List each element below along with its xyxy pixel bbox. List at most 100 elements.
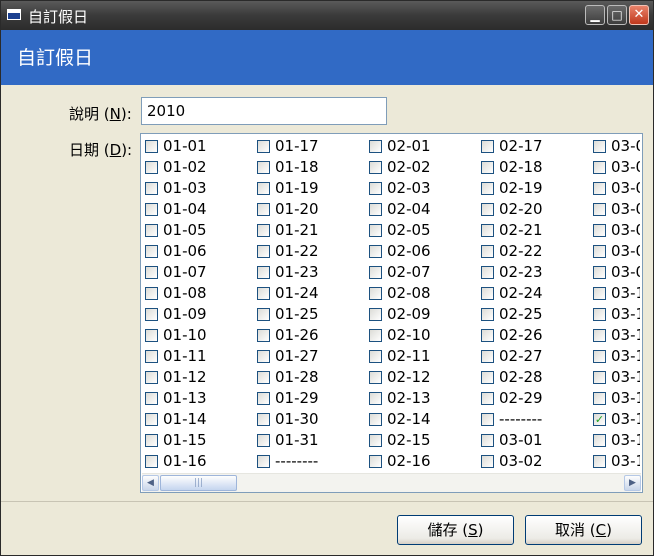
date-checkbox[interactable]	[481, 392, 494, 405]
date-checkbox[interactable]: ✓	[593, 413, 606, 426]
date-item[interactable]: 01-10	[143, 325, 255, 346]
date-checkbox[interactable]	[369, 140, 382, 153]
date-item[interactable]: 01-06	[143, 241, 255, 262]
date-item[interactable]: 03-02	[479, 451, 591, 472]
horizontal-scrollbar[interactable]: ◀ ||| ▶	[142, 473, 641, 492]
date-checkbox[interactable]	[481, 350, 494, 363]
date-item[interactable]: 01-22	[255, 241, 367, 262]
date-checkbox[interactable]	[257, 350, 270, 363]
date-item[interactable]: 02-29	[479, 388, 591, 409]
date-checkbox[interactable]	[257, 308, 270, 321]
date-item[interactable]: 03-1	[591, 325, 640, 346]
date-item[interactable]: 01-25	[255, 304, 367, 325]
date-checkbox[interactable]	[593, 245, 606, 258]
minimize-button[interactable]: ▁	[585, 5, 605, 25]
date-checkbox[interactable]	[481, 329, 494, 342]
date-item[interactable]: 01-24	[255, 283, 367, 304]
date-checkbox[interactable]	[481, 371, 494, 384]
date-checkbox[interactable]	[369, 203, 382, 216]
date-checkbox[interactable]	[369, 371, 382, 384]
date-checkbox[interactable]	[145, 266, 158, 279]
description-input[interactable]: 2010	[141, 97, 387, 125]
date-checkbox[interactable]	[257, 266, 270, 279]
date-checkbox[interactable]	[481, 455, 494, 468]
date-item[interactable]: 02-21	[479, 220, 591, 241]
date-checkbox[interactable]	[257, 329, 270, 342]
date-item[interactable]: 02-03	[367, 178, 479, 199]
date-checkbox[interactable]	[145, 161, 158, 174]
date-item[interactable]: 01-07	[143, 262, 255, 283]
date-item[interactable]: 01-29	[255, 388, 367, 409]
date-item[interactable]: 01-31	[255, 430, 367, 451]
date-item[interactable]: --------	[255, 451, 367, 472]
date-checkbox[interactable]	[481, 434, 494, 447]
date-item[interactable]: 01-20	[255, 199, 367, 220]
date-item[interactable]: 03-0	[591, 199, 640, 220]
date-item[interactable]: 01-15	[143, 430, 255, 451]
date-item[interactable]: 01-09	[143, 304, 255, 325]
date-item[interactable]: 03-1	[591, 367, 640, 388]
date-checkbox[interactable]	[593, 455, 606, 468]
date-checkbox[interactable]	[369, 350, 382, 363]
date-item[interactable]: 03-0	[591, 262, 640, 283]
date-checklist[interactable]: 01-01 01-02 01-03 01-04 01-05 01-06 01-07 01-08…	[140, 133, 643, 493]
date-item[interactable]: 03-1	[591, 388, 640, 409]
date-item[interactable]: 02-19	[479, 178, 591, 199]
date-item[interactable]: 02-17	[479, 136, 591, 157]
date-item[interactable]: --------	[479, 409, 591, 430]
date-item[interactable]: 02-01	[367, 136, 479, 157]
date-item[interactable]: 03-0	[591, 178, 640, 199]
date-item[interactable]: 02-22	[479, 241, 591, 262]
date-checkbox[interactable]	[593, 266, 606, 279]
date-checkbox[interactable]	[481, 161, 494, 174]
date-checkbox[interactable]	[369, 329, 382, 342]
date-checkbox[interactable]	[145, 392, 158, 405]
date-checkbox[interactable]	[593, 203, 606, 216]
date-item[interactable]: 01-27	[255, 346, 367, 367]
date-checkbox[interactable]	[145, 308, 158, 321]
date-item[interactable]: 01-28	[255, 367, 367, 388]
date-item[interactable]: 03-01	[479, 430, 591, 451]
date-checkbox[interactable]	[593, 434, 606, 447]
date-checkbox[interactable]	[257, 224, 270, 237]
date-checkbox[interactable]	[369, 161, 382, 174]
date-checkbox[interactable]	[145, 371, 158, 384]
date-item[interactable]: 02-26	[479, 325, 591, 346]
date-item[interactable]: 02-14	[367, 409, 479, 430]
date-checkbox[interactable]	[257, 182, 270, 195]
date-checkbox[interactable]	[369, 308, 382, 321]
date-checkbox[interactable]	[257, 161, 270, 174]
scroll-right-button[interactable]: ▶	[624, 475, 641, 491]
date-checkbox[interactable]	[369, 413, 382, 426]
date-item[interactable]: 01-01	[143, 136, 255, 157]
date-checkbox[interactable]	[593, 287, 606, 300]
date-checkbox[interactable]	[369, 455, 382, 468]
date-checkbox[interactable]	[145, 287, 158, 300]
date-checkbox[interactable]	[369, 224, 382, 237]
date-item[interactable]: 02-28	[479, 367, 591, 388]
date-item[interactable]: 01-13	[143, 388, 255, 409]
date-checkbox[interactable]	[369, 392, 382, 405]
date-item[interactable]: 03-1	[591, 430, 640, 451]
date-checkbox[interactable]	[369, 287, 382, 300]
date-checkbox[interactable]	[145, 140, 158, 153]
scroll-thumb[interactable]: |||	[160, 475, 237, 491]
date-item[interactable]: 01-02	[143, 157, 255, 178]
date-checkbox[interactable]	[257, 203, 270, 216]
date-checkbox[interactable]	[257, 392, 270, 405]
date-checkbox[interactable]	[593, 140, 606, 153]
date-item[interactable]: 03-0	[591, 241, 640, 262]
date-item[interactable]: 02-10	[367, 325, 479, 346]
date-checkbox[interactable]	[145, 203, 158, 216]
maximize-button[interactable]: □	[607, 5, 627, 25]
date-item[interactable]: 01-03	[143, 178, 255, 199]
date-checkbox[interactable]	[145, 224, 158, 237]
date-item[interactable]: 02-04	[367, 199, 479, 220]
date-item[interactable]: 01-23	[255, 262, 367, 283]
date-item[interactable]: 01-30	[255, 409, 367, 430]
date-item[interactable]: 03-0	[591, 157, 640, 178]
date-checkbox[interactable]	[145, 245, 158, 258]
date-item[interactable]: 03-1	[591, 283, 640, 304]
date-item[interactable]: 02-07	[367, 262, 479, 283]
date-item[interactable]: 01-12	[143, 367, 255, 388]
